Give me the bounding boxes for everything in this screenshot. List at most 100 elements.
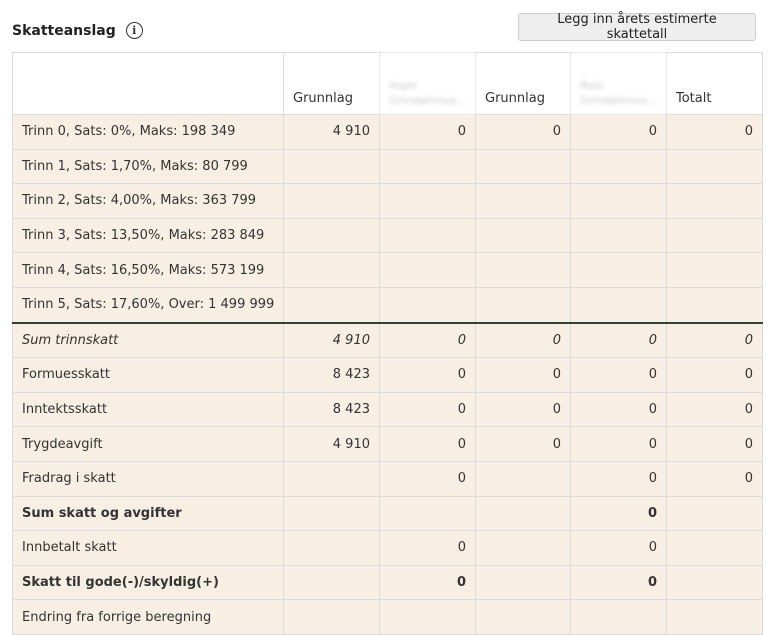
table-row: Sum skatt og avgifter 0 [12, 495, 763, 532]
row-label: Endring fra forrige beregning [12, 599, 284, 635]
row-label: Trinn 4, Sats: 16,50%, Maks: 573 199 [12, 252, 284, 288]
row-label: Trinn 1, Sats: 1,70%, Maks: 80 799 [12, 148, 284, 185]
table-cell: 0 [570, 564, 667, 601]
table-cell: 0 [570, 495, 667, 532]
table-cell: 0 [666, 357, 763, 393]
table-cell [666, 495, 763, 532]
table-cell [379, 252, 476, 288]
table-cell [666, 599, 763, 635]
column-header-label [12, 52, 284, 115]
table-cell: 4 910 [283, 426, 380, 462]
table-cell [283, 183, 380, 219]
table-cell: 0 [379, 321, 476, 359]
table-cell: 0 [379, 564, 476, 601]
table-header-row: Grunnlag Inger Grindahmus... Grunnlag Ro… [12, 52, 763, 115]
table-cell [475, 183, 571, 219]
row-label: Innbetalt skatt [12, 530, 284, 566]
table-cell: 8 423 [283, 357, 380, 393]
table-row: Trinn 1, Sats: 1,70%, Maks: 80 799 [12, 148, 763, 185]
table-cell [475, 148, 571, 185]
page-title: Skatteanslag i [12, 22, 143, 39]
table-cell [475, 460, 571, 497]
table-row: Trinn 2, Sats: 4,00%, Maks: 363 799 [12, 183, 763, 219]
column-header-grunnlag-2: Grunnlag [475, 52, 571, 115]
table-row: Trinn 5, Sats: 17,60%, Over: 1 499 999 [12, 286, 763, 324]
info-icon[interactable]: i [125, 22, 143, 39]
table-cell: 8 423 [283, 391, 380, 428]
table-cell: 0 [570, 391, 667, 428]
table-cell: 0 [570, 426, 667, 462]
table-row: Trygdeavgift 4 910 0 0 0 0 [12, 426, 763, 462]
table-cell [570, 183, 667, 219]
table-cell: 0 [379, 357, 476, 393]
page-title-text: Skatteanslag [12, 22, 116, 39]
table-cell [475, 286, 571, 324]
table-cell [570, 217, 667, 254]
table-cell: 4 910 [283, 321, 380, 359]
table-cell [283, 252, 380, 288]
table-row: Trinn 0, Sats: 0%, Maks: 198 349 4 910 0 0 0… [12, 114, 763, 150]
table-cell [570, 286, 667, 324]
row-label: Sum trinnskatt [12, 321, 284, 359]
table-cell [475, 599, 571, 635]
table-cell: 0 [379, 530, 476, 566]
table-row: Fradrag i skatt 0 0 0 [12, 460, 763, 497]
table-cell: 0 [570, 530, 667, 566]
table-cell: 0 [475, 357, 571, 393]
table-cell: 0 [379, 391, 476, 428]
table-cell: 0 [379, 426, 476, 462]
table-cell [475, 217, 571, 254]
table-cell [379, 286, 476, 324]
table-cell [666, 564, 763, 601]
table-cell [379, 599, 476, 635]
column-header-totalt: Totalt [666, 52, 763, 115]
table-row: Skatt til gode(-)/skyldig(+) 0 0 [12, 564, 763, 601]
table-cell [283, 564, 380, 601]
table-cell [475, 495, 571, 532]
table-cell: 0 [666, 391, 763, 428]
table-cell [666, 286, 763, 324]
table-cell: 0 [570, 357, 667, 393]
row-label: Sum skatt og avgifter [12, 495, 284, 532]
table-row: Endring fra forrige beregning [12, 599, 763, 635]
table-cell [283, 148, 380, 185]
table-cell [283, 599, 380, 635]
table-row: Sum trinnskatt 4 910 0 0 0 0 [12, 321, 763, 359]
table-cell: 4 910 [283, 114, 380, 150]
row-label: Trinn 2, Sats: 4,00%, Maks: 363 799 [12, 183, 284, 219]
enter-estimated-tax-button[interactable]: Legg inn årets estimerte skattetall [518, 12, 756, 42]
column-header-person-2: Rolv Grindahmus... [570, 52, 667, 115]
table-row: Trinn 4, Sats: 16,50%, Maks: 573 199 [12, 252, 763, 288]
table-cell [570, 148, 667, 185]
table-cell [666, 148, 763, 185]
table-cell [379, 217, 476, 254]
tax-table: Grunnlag Inger Grindahmus... Grunnlag Ro… [12, 52, 763, 635]
table-cell [666, 252, 763, 288]
table-cell: 0 [570, 321, 667, 359]
table-row: Innbetalt skatt 0 0 [12, 530, 763, 566]
table-cell: 0 [475, 391, 571, 428]
row-label: Trinn 5, Sats: 17,60%, Over: 1 499 999 [12, 286, 284, 324]
table-cell [283, 495, 380, 532]
table-cell [283, 286, 380, 324]
table-cell: 0 [666, 460, 763, 497]
table-cell [666, 530, 763, 566]
table-cell [570, 252, 667, 288]
table-cell: 0 [666, 114, 763, 150]
column-header-person-1: Inger Grindahmus... [379, 52, 476, 115]
table-cell: 0 [379, 114, 476, 150]
table-cell [666, 183, 763, 219]
table-cell [283, 217, 380, 254]
row-label: Trygdeavgift [12, 426, 284, 462]
table-cell: 0 [666, 426, 763, 462]
row-label: Formuesskatt [12, 357, 284, 393]
row-label: Trinn 3, Sats: 13,50%, Maks: 283 849 [12, 217, 284, 254]
table-cell: 0 [570, 460, 667, 497]
table-cell [379, 495, 476, 532]
table-cell: 0 [475, 426, 571, 462]
table-row: Formuesskatt 8 423 0 0 0 0 [12, 357, 763, 393]
table-cell: 0 [570, 114, 667, 150]
table-cell: 0 [475, 321, 571, 359]
table-cell [666, 217, 763, 254]
row-label: Fradrag i skatt [12, 460, 284, 497]
